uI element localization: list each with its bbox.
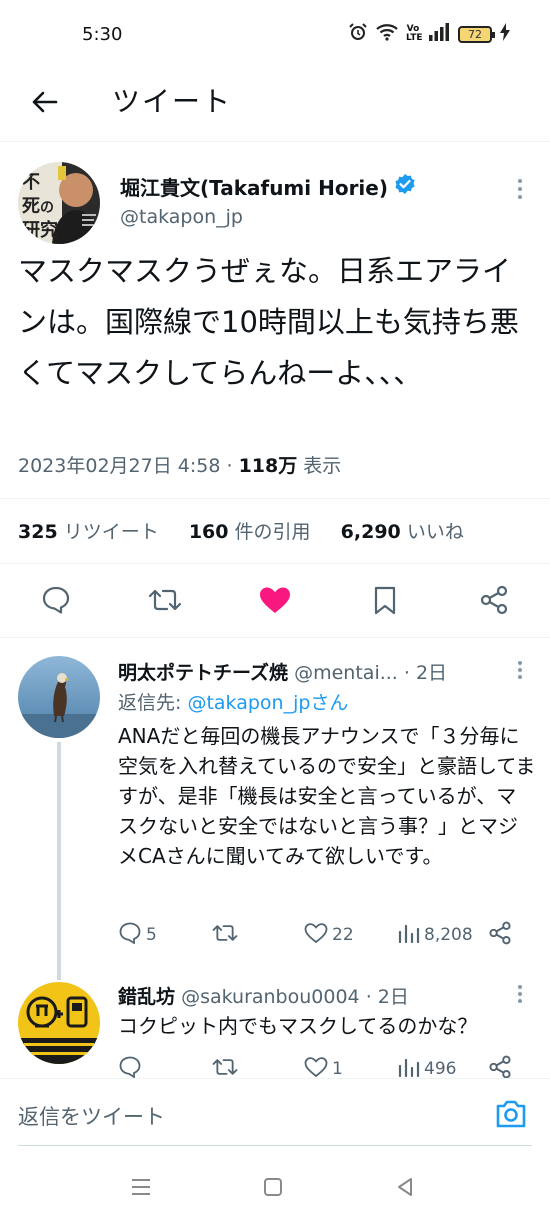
reply-header: 錯乱坊 @sakuranbou0004 · 2日 (118, 982, 478, 1009)
tweet-stats: 325 リツイート 160 件の引用 6,290 いいね (0, 498, 550, 564)
reply-share-button[interactable] (488, 920, 512, 950)
compose-bar: 返信をツイート (0, 1078, 550, 1156)
tweet-text: マスクマスクうぜぇな。日系エアラインは。国際線で10時間以上も気持ち悪くてマスク… (18, 254, 519, 390)
like-button[interactable] (255, 582, 295, 622)
reply-retweet-button[interactable] (212, 920, 242, 950)
triangle-back-icon (394, 1176, 416, 1202)
svg-text:死: 死 (22, 196, 40, 217)
reply-retweet-button[interactable] (212, 1054, 242, 1078)
reply-button[interactable] (36, 582, 76, 622)
reply-text: ANAだと毎回の機長アナウンスで「３分毎に空気を入れ替えているので安全」と豪語し… (118, 724, 536, 868)
analytics-icon (398, 923, 420, 948)
reply-time: · 2日 (403, 662, 448, 684)
signal-icon (428, 23, 450, 45)
reply-actions: 1 496 (118, 1054, 518, 1078)
svg-text:不: 不 (22, 172, 40, 193)
tweet-meta: 2023年02月27日 4:58 · 118万 表示 (18, 455, 342, 477)
author-name-text: 堀江貴文(Takafumi Horie) (120, 176, 388, 200)
retweet-icon (212, 923, 238, 948)
retweets-stat[interactable]: 325 リツイート (18, 521, 159, 543)
retweet-icon (212, 1057, 238, 1079)
retweet-button[interactable] (145, 582, 185, 622)
verified-badge-icon (394, 173, 416, 200)
status-icons: Vo LTE 72 (348, 22, 510, 46)
square-icon (262, 1176, 284, 1202)
author-name[interactable]: 堀江貴文(Takafumi Horie) (120, 172, 416, 201)
arrow-left-icon (30, 90, 58, 118)
reply-like-button[interactable]: 22 (304, 920, 354, 950)
page-title: ツイート (112, 85, 233, 118)
reply-author-name[interactable]: 明太ポテトチーズ焼 (118, 662, 288, 684)
reply-icon (41, 586, 71, 618)
svg-text:研: 研 (22, 220, 40, 241)
reply-share-button[interactable] (488, 1054, 512, 1078)
reply-views-button[interactable]: 496 (398, 1054, 456, 1078)
reply-avatar[interactable] (18, 656, 100, 738)
reply-author-handle[interactable]: @mentai... (294, 662, 398, 684)
battery-icon: 72 (458, 25, 495, 43)
status-bar: 5:30 Vo LTE 72 (0, 0, 550, 70)
alarm-icon (348, 22, 368, 46)
reply-like-button[interactable]: 1 (304, 1054, 343, 1078)
camera-icon (494, 1100, 528, 1133)
reply-more-button[interactable] (510, 982, 530, 1006)
share-icon (488, 921, 512, 950)
author-handle[interactable]: @takapon_jp (120, 206, 243, 228)
reply-to-mention[interactable]: @takapon_jpさん (187, 692, 348, 714)
recent-apps-button[interactable] (126, 1174, 156, 1204)
system-nav-bar (0, 1156, 550, 1222)
reply-author-handle[interactable]: @sakuranbou0004 (181, 986, 360, 1008)
input-underline (18, 1145, 532, 1146)
menu-lines-icon (130, 1177, 152, 1201)
heart-icon (304, 922, 328, 949)
reply-avatar[interactable] (18, 982, 100, 1064)
status-time: 5:30 (82, 24, 123, 45)
heart-icon (304, 1056, 328, 1079)
share-button[interactable] (474, 582, 514, 622)
top-bar: ツイート (0, 70, 550, 142)
author-avatar[interactable]: 不 死 の 研 究 (18, 162, 100, 244)
bookmark-icon (373, 585, 397, 619)
reply-item[interactable]: 錯乱坊 @sakuranbou0004 · 2日 コクピット内でもマスクしてるの… (0, 980, 550, 1078)
retweet-icon (148, 587, 182, 617)
views-label: 表示 (303, 455, 342, 477)
share-icon (479, 585, 509, 619)
wifi-icon (376, 23, 398, 45)
reply-to: 返信先: @takapon_jpさん (118, 692, 349, 714)
reply-text: コクピット内でもマスクしてるのかな？ (118, 1014, 478, 1038)
reply-actions: 5 22 8,208 (118, 920, 518, 950)
likes-stat[interactable]: 6,290 いいね (341, 521, 464, 543)
tweet-timestamp[interactable]: 2023年02月27日 4:58 (18, 455, 220, 477)
volte-indicator: Vo LTE (406, 24, 423, 43)
share-icon (488, 1055, 512, 1079)
charging-icon (500, 23, 510, 45)
views-count: 118万 (238, 455, 298, 477)
analytics-icon (398, 1057, 420, 1079)
svg-text:究: 究 (40, 219, 58, 241)
svg-text:の: の (40, 200, 54, 216)
thread-line (57, 742, 61, 980)
reply-icon (118, 1056, 142, 1078)
tweet-actions (0, 564, 550, 638)
back-button[interactable] (22, 82, 66, 126)
heart-filled-icon (259, 586, 291, 618)
system-back-button[interactable] (390, 1174, 420, 1204)
reply-reply-button[interactable]: 5 (118, 920, 157, 950)
home-button[interactable] (258, 1174, 288, 1204)
reply-input[interactable]: 返信をツイート (18, 1101, 165, 1131)
reply-item[interactable]: 明太ポテトチーズ焼 @mentai... · 2日 返信先: @takapon_… (0, 638, 550, 980)
reply-icon (118, 922, 142, 949)
camera-button[interactable] (494, 1099, 528, 1133)
reply-header: 明太ポテトチーズ焼 @mentai... · 2日 (118, 658, 478, 685)
quotes-stat[interactable]: 160 件の引用 (189, 521, 311, 543)
reply-author-name[interactable]: 錯乱坊 (118, 986, 175, 1008)
reply-reply-button[interactable] (118, 1054, 146, 1078)
bookmark-button[interactable] (365, 582, 405, 622)
reply-more-button[interactable] (510, 658, 530, 682)
reply-views-button[interactable]: 8,208 (398, 920, 473, 950)
reply-time: · 2日 (365, 986, 409, 1008)
more-options-button[interactable] (508, 174, 532, 204)
